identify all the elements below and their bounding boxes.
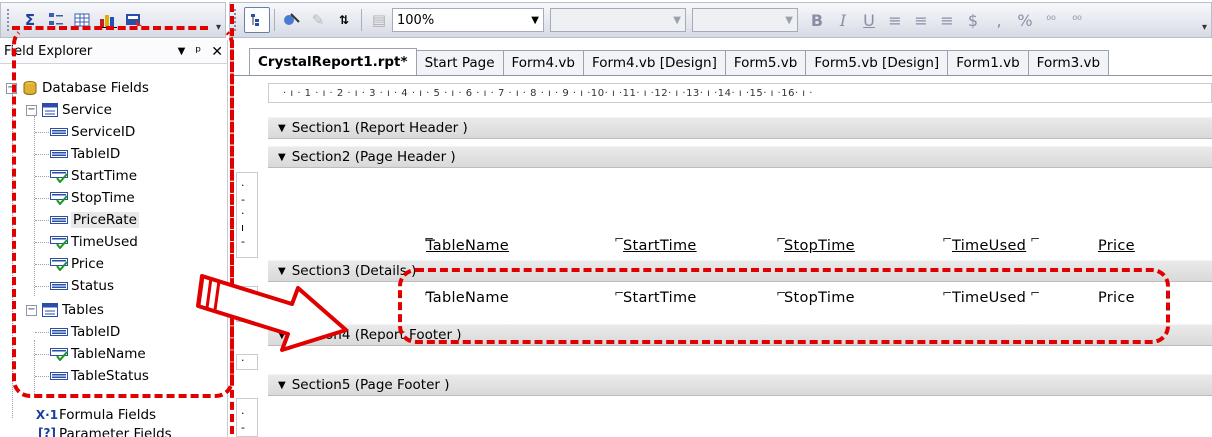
arrow-right-icon [196, 274, 348, 352]
annotation-arrow [196, 274, 348, 352]
